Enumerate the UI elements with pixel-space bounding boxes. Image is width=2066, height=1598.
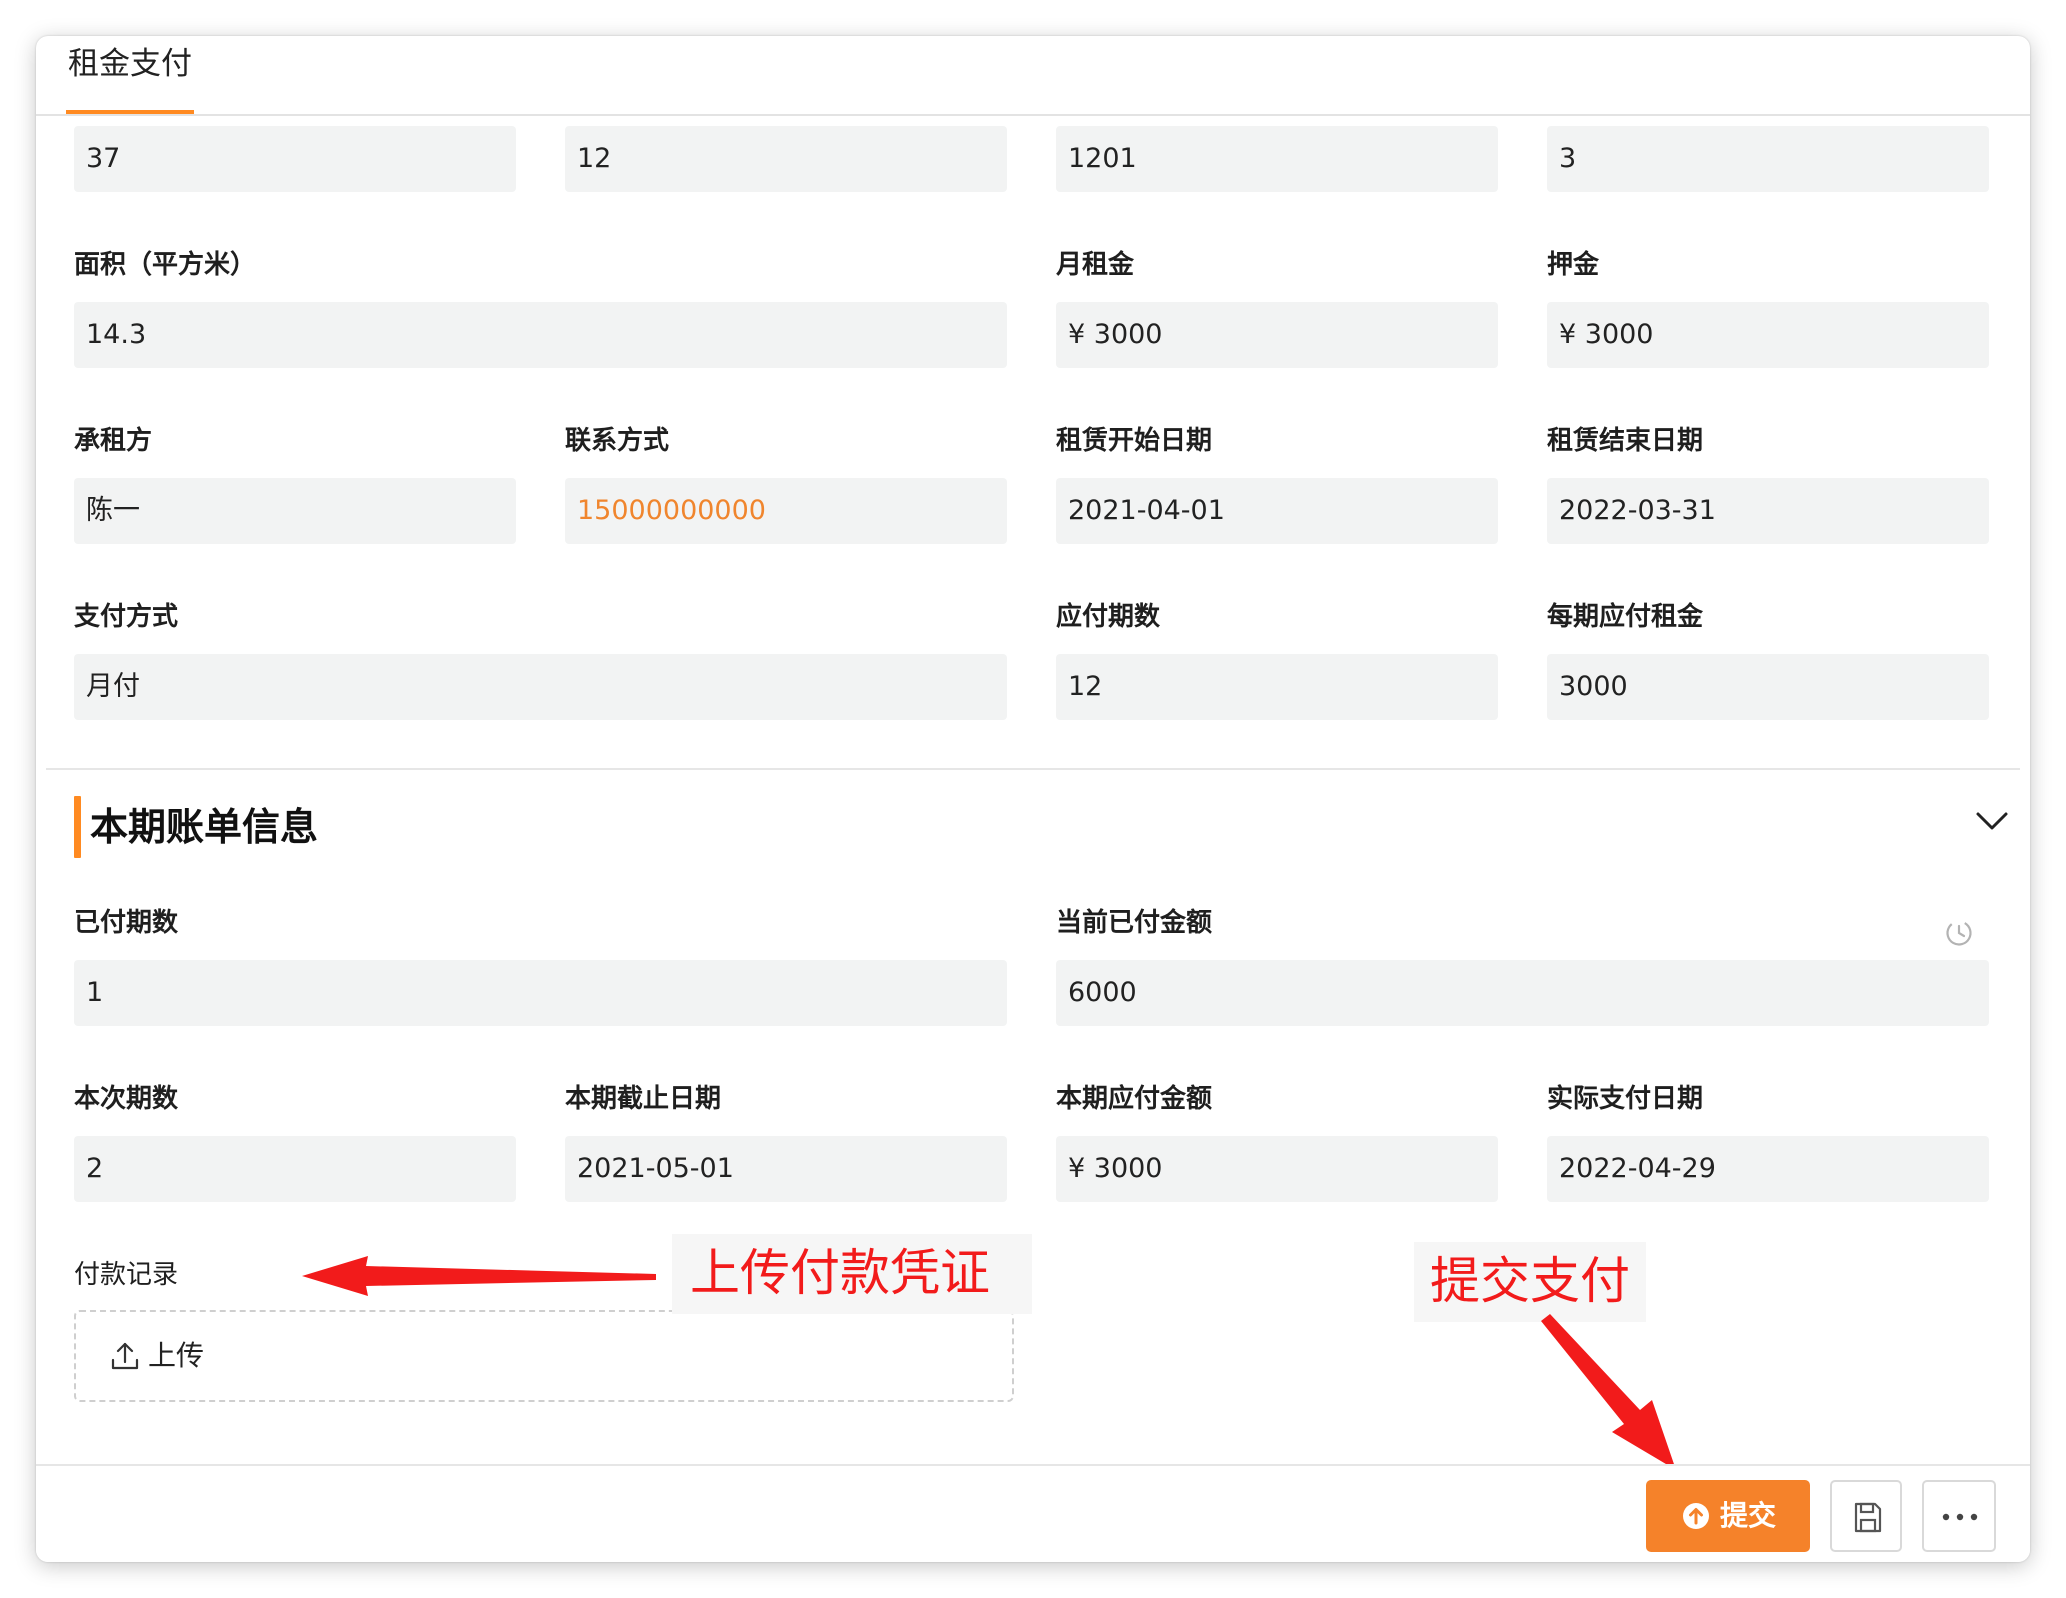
more-options-button[interactable] xyxy=(1922,1480,1996,1552)
lease-start-field[interactable]: 2021-04-01 xyxy=(1056,478,1498,544)
paid-periods-label: 已付期数 xyxy=(74,908,179,938)
amount-due-label: 本期应付金额 xyxy=(1056,1084,1213,1114)
contact-field[interactable]: 15000000000 xyxy=(565,478,1007,544)
tenant-label: 承租方 xyxy=(74,426,153,456)
rent-per-period-field[interactable]: 3000 xyxy=(1547,654,1989,720)
active-tab-indicator xyxy=(66,110,194,114)
upload-dropzone[interactable]: 上传 xyxy=(74,1310,1014,1402)
actual-pay-date-label: 实际支付日期 xyxy=(1547,1084,1704,1114)
annotation-submit-hint: 提交支付 xyxy=(1430,1252,1630,1310)
paid-amount-field[interactable]: 6000 xyxy=(1056,960,1989,1026)
field-unit[interactable]: 3 xyxy=(1547,126,1989,192)
submit-button[interactable]: 提交 xyxy=(1646,1480,1810,1552)
actual-pay-date-field[interactable]: 2022-04-29 xyxy=(1547,1136,1989,1202)
arrow-up-circle-icon xyxy=(1683,1503,1709,1529)
upload-button-label: 上传 xyxy=(148,1339,205,1372)
amount-due-field[interactable]: ¥ 3000 xyxy=(1056,1136,1498,1202)
monthly-rent-field[interactable]: ¥ 3000 xyxy=(1056,302,1498,368)
deposit-field[interactable]: ¥ 3000 xyxy=(1547,302,1989,368)
payment-method-label: 支付方式 xyxy=(74,602,179,632)
payment-record-label: 付款记录 xyxy=(74,1260,179,1290)
current-period-label: 本次期数 xyxy=(74,1084,179,1114)
period-deadline-label: 本期截止日期 xyxy=(565,1084,722,1114)
field-floor[interactable]: 12 xyxy=(565,126,1007,192)
tab-rent-payment[interactable]: 租金支付 xyxy=(66,36,194,114)
deposit-label: 押金 xyxy=(1547,250,1600,280)
save-icon xyxy=(1854,1502,1882,1533)
periods-due-label: 应付期数 xyxy=(1056,602,1161,632)
save-draft-button[interactable] xyxy=(1830,1480,1902,1552)
section-title: 本期账单信息 xyxy=(90,805,319,849)
more-dots-icon xyxy=(1942,1513,1978,1521)
current-period-field[interactable]: 2 xyxy=(74,1136,516,1202)
history-clock-icon[interactable] xyxy=(1944,918,1974,948)
lease-end-label: 租赁结束日期 xyxy=(1547,426,1704,456)
monthly-rent-label: 月租金 xyxy=(1056,250,1135,280)
submit-button-label: 提交 xyxy=(1720,1499,1777,1532)
rent-per-period-label: 每期应付租金 xyxy=(1547,602,1704,632)
tab-label: 租金支付 xyxy=(68,46,192,82)
tenant-field[interactable]: 陈一 xyxy=(74,478,516,544)
chevron-down-icon[interactable] xyxy=(1972,802,2012,842)
paid-periods-field[interactable]: 1 xyxy=(74,960,1007,1026)
period-deadline-field[interactable]: 2021-05-01 xyxy=(565,1136,1007,1202)
area-label: 面积（平方米） xyxy=(74,250,257,280)
payment-method-field[interactable]: 月付 xyxy=(74,654,1007,720)
periods-due-field[interactable]: 12 xyxy=(1056,654,1498,720)
section-divider xyxy=(46,768,2020,770)
field-building[interactable]: 37 xyxy=(74,126,516,192)
area-field[interactable]: 14.3 xyxy=(74,302,1007,368)
section-accent-bar xyxy=(74,796,81,858)
annotation-upload-hint: 上传付款凭证 xyxy=(690,1244,990,1302)
left-arrow-icon xyxy=(302,1256,656,1296)
lease-end-field[interactable]: 2022-03-31 xyxy=(1547,478,1989,544)
rent-payment-window: 租金支付 37 12 1201 3 面积（平方米） 14.3 月租金 ¥ 300… xyxy=(36,36,2030,1562)
paid-amount-label: 当前已付金额 xyxy=(1056,908,1213,938)
lease-start-label: 租赁开始日期 xyxy=(1056,426,1213,456)
contact-label: 联系方式 xyxy=(565,426,670,456)
upload-icon xyxy=(111,1342,139,1370)
down-arrow-icon xyxy=(1541,1314,1676,1470)
field-room[interactable]: 1201 xyxy=(1056,126,1498,192)
tab-bar: 租金支付 xyxy=(36,36,2030,116)
